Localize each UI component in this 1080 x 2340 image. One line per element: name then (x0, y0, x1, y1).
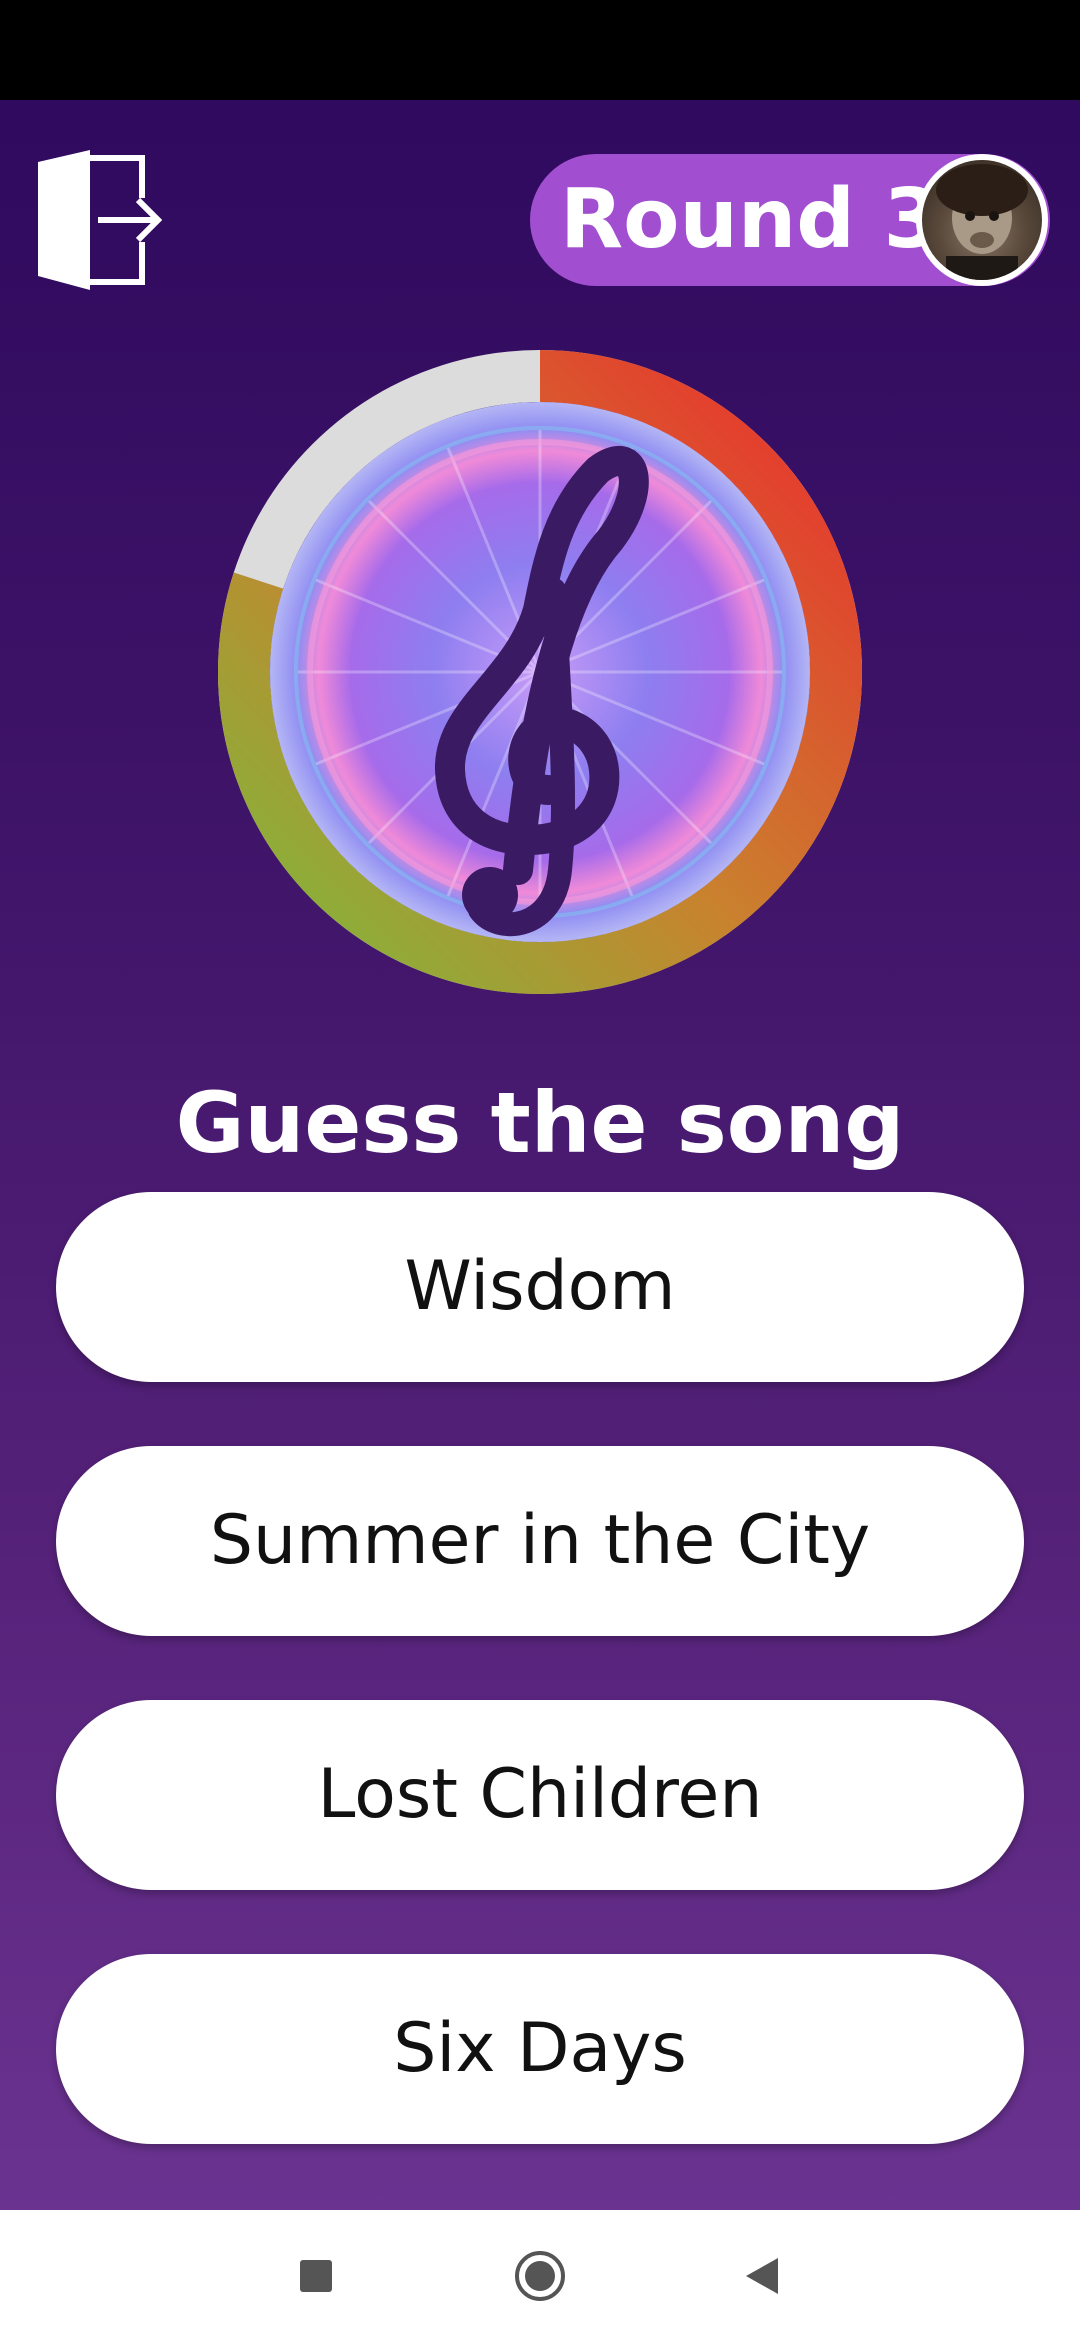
exit-door-icon (38, 150, 163, 290)
avatar-image (922, 160, 1042, 280)
home-circle-icon[interactable] (513, 2249, 567, 2303)
song-timer (218, 350, 862, 994)
answer-button-3[interactable]: Lost Children (56, 1700, 1024, 1890)
recents-square-icon[interactable] (298, 2258, 334, 2294)
status-bar (0, 0, 1080, 100)
answer-button-4[interactable]: Six Days (56, 1954, 1024, 2144)
player-avatar[interactable] (916, 154, 1048, 286)
round-label: Round 3 (560, 172, 941, 267)
answer-button-2[interactable]: Summer in the City (56, 1446, 1024, 1636)
answer-button-1[interactable]: Wisdom (56, 1192, 1024, 1382)
exit-button[interactable] (34, 150, 164, 290)
question-title: Guess the song (175, 1074, 905, 1172)
back-triangle-icon[interactable] (742, 2256, 782, 2296)
